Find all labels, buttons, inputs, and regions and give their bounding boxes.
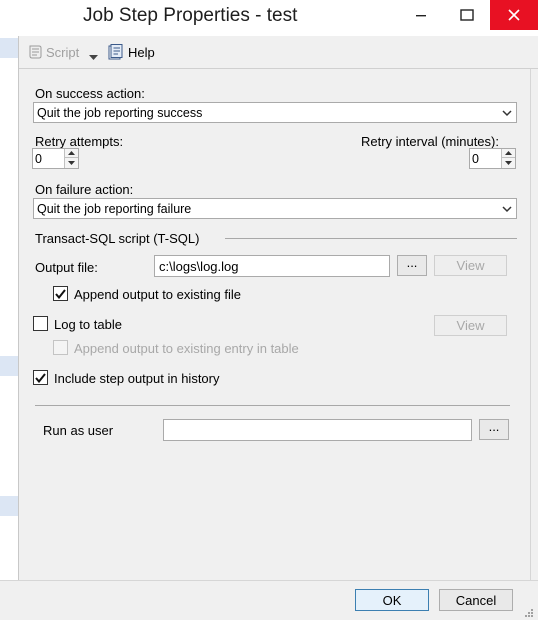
cancel-button[interactable]: Cancel [439, 589, 513, 611]
help-icon [108, 44, 125, 63]
close-icon [508, 9, 520, 21]
output-file-browse-button[interactable]: ... [397, 255, 427, 276]
help-button[interactable]: Help [128, 45, 155, 60]
log-to-table-label: Log to table [54, 317, 122, 332]
script-button[interactable]: Script [46, 45, 79, 60]
run-as-browse-button[interactable]: ... [479, 419, 509, 440]
view-label: View [456, 258, 485, 273]
on-success-value: Quit the job reporting success [37, 106, 203, 120]
resize-grip-icon[interactable] [524, 606, 534, 620]
minimize-icon [416, 15, 426, 17]
retry-interval-spinner[interactable]: 0 [469, 148, 516, 169]
minimize-button[interactable] [398, 0, 444, 30]
retry-attempts-value: 0 [35, 152, 42, 166]
append-table-checkbox[interactable] [53, 340, 68, 355]
output-file-view-button[interactable]: View [434, 255, 507, 276]
tsql-group-label: Transact-SQL script (T-SQL) [35, 231, 200, 246]
table-view-label: View [456, 318, 485, 333]
script-icon [27, 44, 43, 63]
spin-up-button[interactable] [65, 149, 78, 158]
output-file-value: c:\logs\log.log [159, 259, 239, 274]
chevron-down-icon [502, 206, 512, 213]
retry-attempts-label: Retry attempts: [35, 134, 124, 149]
maximize-icon [460, 9, 474, 21]
include-history-label: Include step output in history [54, 371, 220, 386]
on-failure-label: On failure action: [35, 182, 134, 197]
output-file-label: Output file: [35, 260, 98, 275]
run-as-browse-label: ... [488, 419, 500, 434]
on-failure-value: Quit the job reporting failure [37, 202, 192, 216]
include-history-checkbox[interactable] [33, 370, 48, 385]
append-output-label: Append output to existing file [74, 287, 241, 302]
close-button[interactable] [490, 0, 538, 30]
on-success-select[interactable]: Quit the job reporting success [33, 102, 517, 123]
run-as-label: Run as user [43, 423, 114, 438]
section-divider [35, 405, 510, 406]
spin-down-button[interactable] [502, 158, 515, 167]
chevron-down-icon [502, 110, 512, 117]
on-failure-select[interactable]: Quit the job reporting failure [33, 198, 517, 219]
page-selector-item[interactable] [0, 356, 18, 376]
ok-button[interactable]: OK [355, 589, 429, 611]
retry-attempts-spinner[interactable]: 0 [32, 148, 79, 169]
page-selector-item[interactable] [0, 38, 18, 58]
append-table-label: Append output to existing entry in table [74, 341, 299, 356]
checkmark-icon [35, 372, 46, 383]
checkmark-icon [55, 288, 66, 299]
window-title: Job Step Properties - test [83, 5, 298, 26]
cancel-label: Cancel [455, 592, 497, 608]
append-output-checkbox[interactable] [53, 286, 68, 301]
browse-label: ... [406, 255, 418, 270]
log-to-table-checkbox[interactable] [33, 316, 48, 331]
retry-interval-label: Retry interval (minutes): [361, 134, 499, 149]
run-as-input[interactable] [163, 419, 472, 441]
ok-label: OK [382, 592, 402, 608]
page-selector-item[interactable] [0, 496, 18, 516]
page-selector-strip [0, 36, 19, 620]
dropdown-arrow-icon[interactable] [89, 49, 98, 64]
maximize-button[interactable] [444, 0, 490, 30]
on-success-label: On success action: [35, 86, 145, 101]
spin-down-button[interactable] [65, 158, 78, 167]
spin-up-button[interactable] [502, 149, 515, 158]
table-view-button[interactable]: View [434, 315, 507, 336]
output-file-input[interactable]: c:\logs\log.log [154, 255, 390, 277]
retry-interval-value: 0 [472, 152, 479, 166]
group-divider [225, 238, 517, 239]
